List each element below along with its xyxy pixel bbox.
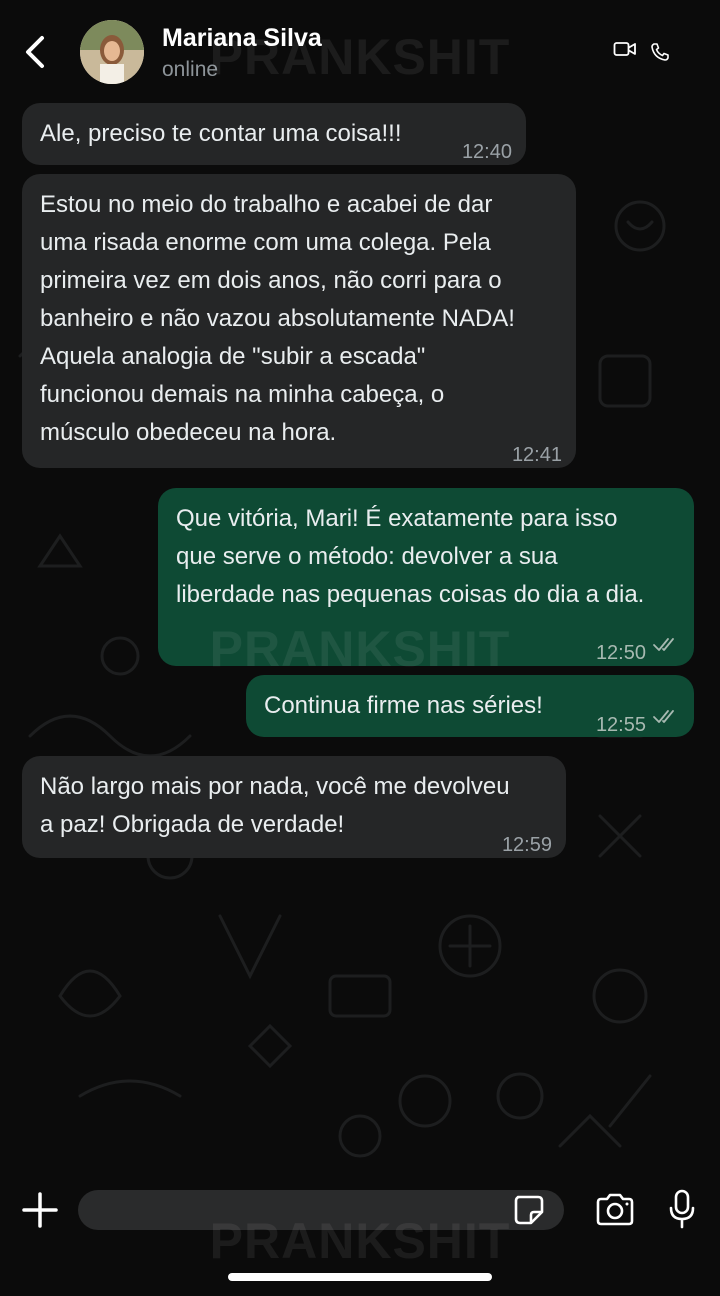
message-bubble-incoming[interactable]: Não largo mais por nada, você me devolve… xyxy=(22,756,566,858)
chevron-left-icon[interactable] xyxy=(20,30,50,74)
sticker-icon[interactable] xyxy=(512,1194,546,1226)
double-check-icon xyxy=(653,710,674,723)
camera-icon[interactable] xyxy=(594,1192,636,1228)
message-time: 12:50 xyxy=(595,642,646,664)
message-time: 12:40 xyxy=(461,141,512,163)
contact-name[interactable]: Mariana Silva xyxy=(162,24,322,53)
double-check-icon xyxy=(653,638,674,651)
message-text: Ale, preciso te contar uma coisa!!! xyxy=(40,120,402,147)
message-bubble-incoming[interactable]: Estou no meio do trabalho e acabei de da… xyxy=(22,174,576,468)
message-bubble-outgoing[interactable]: Que vitória, Mari! É exatamente para iss… xyxy=(158,488,694,666)
microphone-icon[interactable] xyxy=(668,1188,696,1232)
message-text: Não largo mais por nada, você me devolve… xyxy=(40,773,510,838)
message-time: 12:55 xyxy=(595,714,646,736)
message-bubble-outgoing[interactable]: Continua firme nas séries! 12:55 xyxy=(246,675,694,737)
message-text: Que vitória, Mari! É exatamente para iss… xyxy=(176,505,645,608)
home-indicator[interactable] xyxy=(228,1273,492,1281)
message-time: 12:41 xyxy=(511,444,562,466)
chat-header: Mariana Silva online PRANKSHIT xyxy=(0,0,720,96)
message-input[interactable] xyxy=(78,1190,564,1230)
contact-status: online xyxy=(162,58,219,81)
message-bubble-incoming[interactable]: Ale, preciso te contar uma coisa!!! 12:4… xyxy=(22,103,526,165)
message-time: 12:59 xyxy=(501,834,552,856)
avatar[interactable] xyxy=(80,20,144,84)
message-text: Estou no meio do trabalho e acabei de da… xyxy=(40,191,515,446)
plus-icon[interactable] xyxy=(20,1190,60,1230)
phone-icon[interactable] xyxy=(650,42,670,62)
video-camera-icon[interactable] xyxy=(613,40,637,58)
